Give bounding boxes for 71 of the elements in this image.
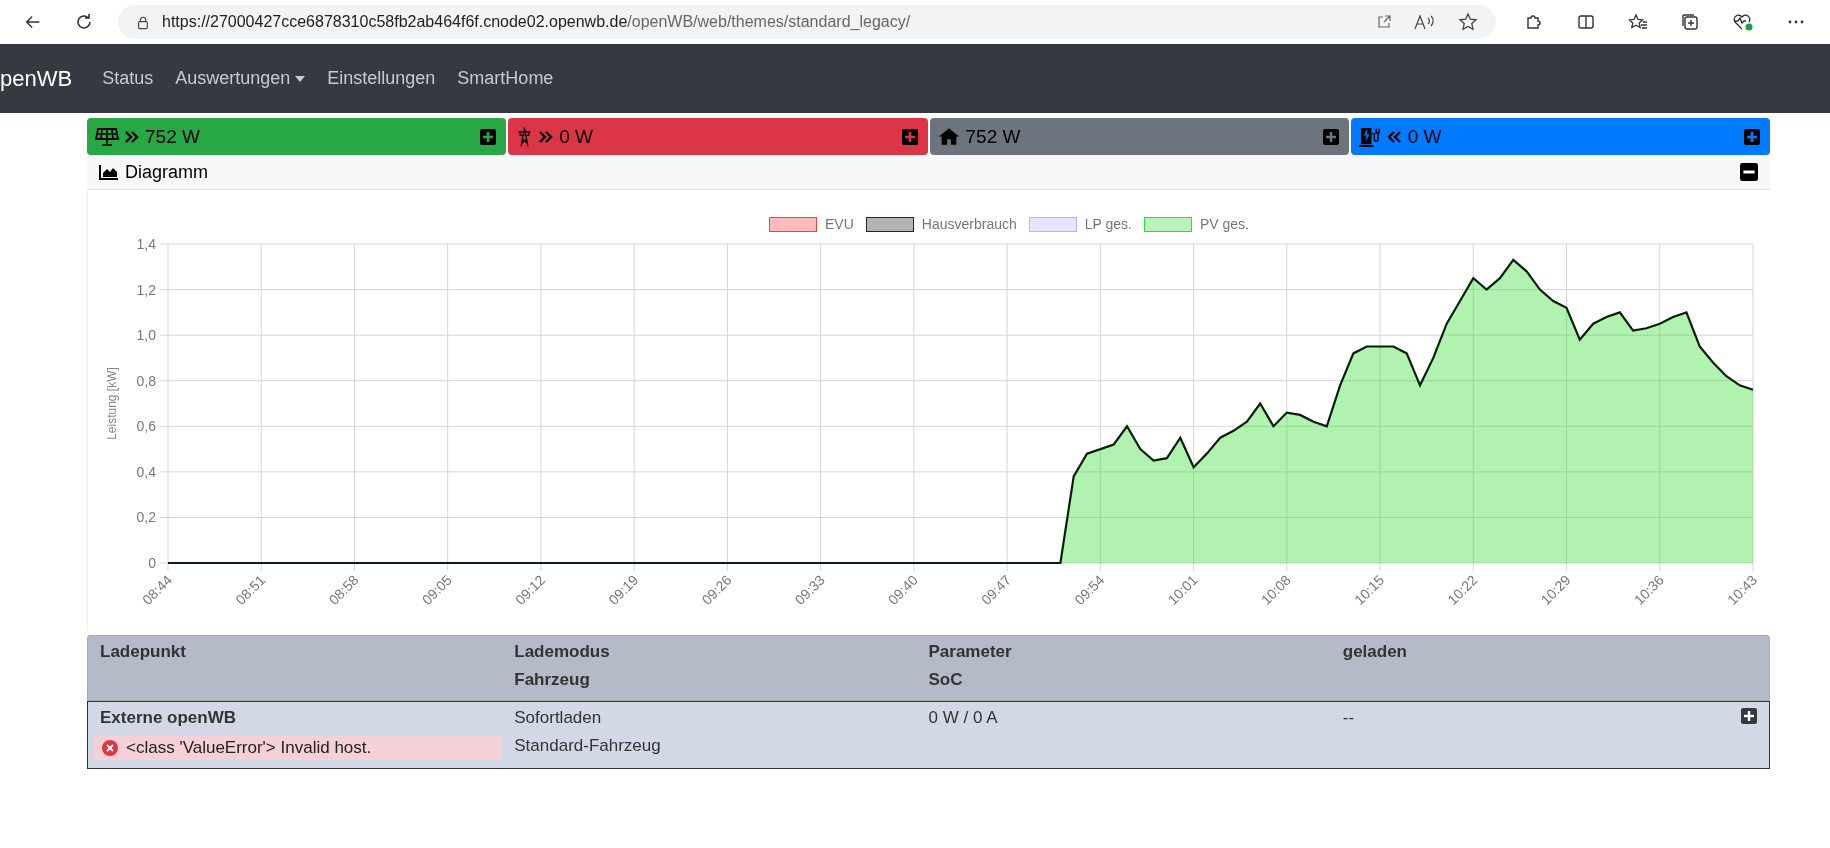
star-icon[interactable]: [1458, 12, 1478, 32]
charge-mode: Sofortladen: [514, 708, 603, 728]
nav-link[interactable]: Status: [102, 68, 154, 89]
expand-icon[interactable]: [1741, 708, 1757, 724]
house-icon: [937, 127, 960, 146]
collapse-icon[interactable]: [1740, 163, 1758, 181]
heart-pulse-icon[interactable]: [1732, 12, 1754, 32]
power-bar[interactable]: 752 W: [87, 118, 507, 155]
favorites-icon[interactable]: [1628, 12, 1648, 32]
error-text: <class 'ValueError'> Invalid host.: [126, 738, 372, 758]
column-header: geladen: [1342, 642, 1408, 662]
expand-icon[interactable]: [480, 128, 497, 145]
power-value: 752 W: [965, 125, 1021, 148]
split-screen-icon[interactable]: [1576, 12, 1596, 32]
power-bar[interactable]: 752 W: [929, 118, 1349, 155]
charging-station-icon: [1358, 126, 1382, 147]
legend-swatch[interactable]: [865, 216, 914, 232]
column-header: SoC: [928, 670, 964, 690]
y-tick-label: 0,6: [136, 418, 156, 435]
y-tick-label: 1,4: [136, 236, 156, 252]
double-chevron-right-icon: [539, 130, 554, 143]
double-chevron-left-icon: [1387, 130, 1402, 143]
legend-swatch[interactable]: [769, 216, 817, 232]
y-axis-title: Leistung [kW]: [105, 367, 119, 440]
open-external-icon[interactable]: [1376, 14, 1392, 30]
legend-swatch[interactable]: [1143, 216, 1192, 232]
nav-link[interactable]: Auswertungen: [175, 68, 291, 89]
column-header: Parameter: [928, 642, 1013, 662]
address-bar[interactable]: https://27000427cce6878310c58fb2ab464f6f.cnode02.openwb.de/openWB/web/themes/standard_legacy/: [118, 5, 1496, 39]
y-tick-label: 0,4: [136, 463, 156, 480]
column-header: Ladepunkt: [100, 642, 187, 662]
diagram-title: Diagramm: [125, 161, 208, 183]
area-chart-icon: [99, 164, 119, 180]
y-tick-label: 0,2: [136, 509, 156, 526]
y-tick-label: 0,8: [136, 372, 156, 389]
url-text: https://27000427cce6878310c58fb2ab464f6f.cnode02.openwb.de/openWB/web/themes/standard_legacy/: [162, 13, 911, 31]
brand-link[interactable]: penWB: [0, 65, 73, 92]
legend-label[interactable]: PV ges.: [1199, 216, 1249, 232]
collections-icon[interactable]: [1680, 12, 1700, 32]
chargepoint-row[interactable]: Externe openWB <class 'ValueError'> Invalid host. Sofortladen Standard-Fahrzeug 0 W / 0 A --: [87, 701, 1770, 769]
charged-value: --: [1342, 708, 1355, 728]
y-tick-label: 1,0: [136, 327, 156, 344]
puzzle-icon[interactable]: [1524, 12, 1544, 32]
column-header: Fahrzeug: [514, 670, 591, 690]
y-tick-label: 0: [148, 555, 156, 571]
diagram-header[interactable]: Diagramm: [87, 155, 1770, 190]
power-bar[interactable]: 0 W: [508, 118, 928, 155]
chargepoint-name: Externe openWB: [100, 708, 238, 728]
nav-link[interactable]: Einstellungen: [327, 68, 436, 89]
legend-swatch[interactable]: [1028, 216, 1077, 232]
expand-icon[interactable]: [1744, 128, 1760, 145]
vehicle-name: Standard-Fahrzeug: [514, 736, 662, 756]
caret-icon[interactable]: [295, 75, 306, 82]
power-value: 0 W: [1407, 125, 1442, 148]
double-chevron-right-icon: [125, 130, 139, 143]
parameter-value: 0 W / 0 A: [928, 708, 999, 728]
y-tick-label: 1,2: [136, 281, 156, 298]
legend-label[interactable]: LP ges.: [1084, 216, 1132, 232]
solar-panel-icon: [95, 126, 119, 147]
nav-link[interactable]: SmartHome: [457, 68, 554, 89]
read-aloud-icon[interactable]: [1414, 14, 1436, 30]
column-header: Lademodus: [514, 642, 611, 662]
power-bar[interactable]: 0 W: [1350, 118, 1770, 155]
refresh-icon[interactable]: [74, 12, 94, 32]
back-icon[interactable]: [24, 13, 42, 31]
legend-label[interactable]: Hausverbrauch: [921, 216, 1017, 232]
power-value: 752 W: [145, 125, 200, 148]
error-icon: [102, 740, 118, 756]
legend-label[interactable]: EVU: [825, 216, 854, 232]
power-value: 0 W: [559, 125, 594, 148]
lock-icon: [136, 14, 150, 30]
